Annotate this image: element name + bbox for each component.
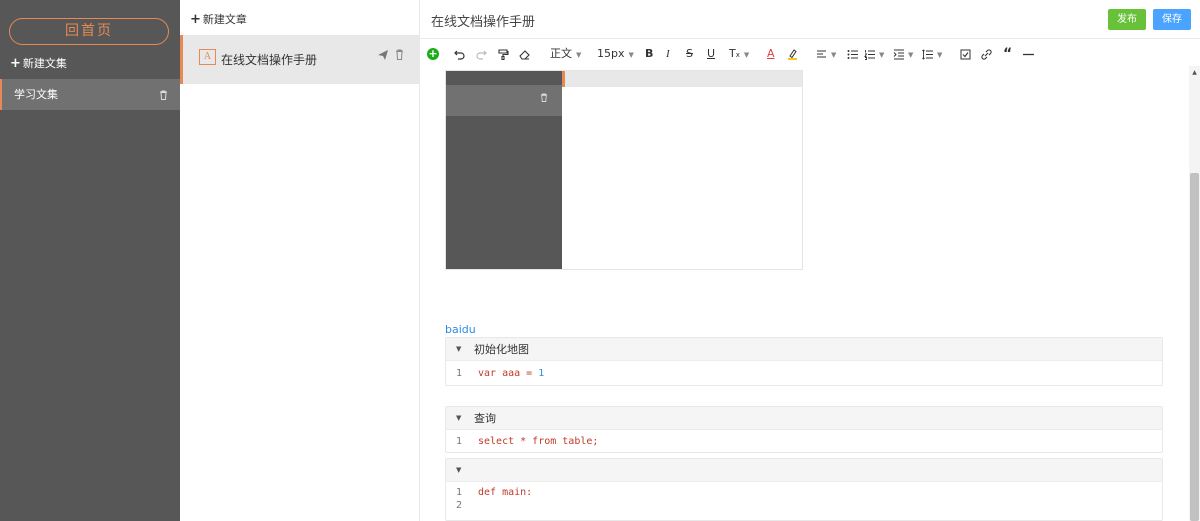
- code-block[interactable]: ▼ 1 def main: 2: [445, 458, 1163, 521]
- code-block-label: 查询: [474, 412, 496, 425]
- document-title[interactable]: 在线文档操作手册: [431, 11, 535, 30]
- eraser-icon[interactable]: [519, 43, 530, 65]
- trash-icon[interactable]: [159, 79, 168, 110]
- code-block-label: 初始化地图: [474, 343, 529, 356]
- underline-icon[interactable]: U: [707, 43, 715, 65]
- publish-button[interactable]: 发布: [1108, 9, 1146, 30]
- article-title: 在线文档操作手册: [221, 53, 318, 67]
- save-button[interactable]: 保存: [1153, 9, 1191, 30]
- heading-select[interactable]: 正文 ▼: [550, 43, 581, 65]
- font-size-label: 15px: [597, 47, 625, 60]
- code-line: def main:: [478, 487, 533, 498]
- hyperlink[interactable]: baidu: [445, 323, 476, 336]
- align-icon[interactable]: ▼: [816, 43, 836, 65]
- sidebar: 回首页 + 新建文集 学习文集: [0, 0, 180, 521]
- indent-icon[interactable]: ▼: [893, 43, 913, 65]
- horizontal-rule-icon[interactable]: [1023, 43, 1034, 65]
- code-line: var aaa = 1: [478, 368, 544, 379]
- plus-icon: +: [190, 12, 201, 27]
- chevron-down-icon: ▼: [831, 51, 837, 59]
- strikethrough-icon[interactable]: S: [686, 43, 693, 65]
- add-icon[interactable]: +: [427, 48, 439, 60]
- code-block-header: ▼ 查询: [446, 407, 1162, 430]
- editor-content[interactable]: baidu ▼ 初始化地图 1 var aaa = 1 ▼ 查询 1 selec…: [420, 70, 1188, 521]
- editor-toolbar: + 正文 ▼ 15px ▼ B I S U Tx ▼ A ▼ ▼ ▼ ▼ “: [420, 43, 1200, 65]
- code-block[interactable]: ▼ 初始化地图 1 var aaa = 1: [445, 337, 1163, 386]
- line-number: 2: [456, 500, 463, 511]
- heading-label: 正文: [550, 47, 572, 60]
- chevron-down-icon: ▼: [628, 51, 634, 59]
- undo-icon[interactable]: [454, 43, 465, 65]
- format-painter-icon[interactable]: [498, 43, 509, 65]
- chevron-down-icon: ▼: [879, 51, 885, 59]
- collapse-icon[interactable]: ▼: [456, 459, 461, 482]
- font-size-select[interactable]: 15px ▼: [597, 43, 634, 65]
- chevron-down-icon: ▼: [576, 51, 582, 59]
- line-number: 1: [456, 487, 463, 498]
- scrollbar-thumb[interactable]: [1190, 173, 1199, 521]
- code-block-header: ▼ 初始化地图: [446, 338, 1162, 361]
- code-block[interactable]: ▼ 查询 1 select * from table;: [445, 406, 1163, 453]
- link-icon[interactable]: [981, 43, 992, 65]
- article-item[interactable]: A 在线文档操作手册: [180, 35, 419, 84]
- bullet-list-icon[interactable]: [847, 43, 858, 65]
- app: 回首页 + 新建文集 学习文集 + 新建文章 A 在线文档操作手册 在线文档操作…: [0, 0, 1200, 521]
- send-icon[interactable]: [378, 50, 388, 63]
- trash-icon: [540, 93, 548, 105]
- code-block-header: ▼: [446, 459, 1162, 482]
- bold-icon[interactable]: B: [645, 43, 653, 65]
- quote-icon[interactable]: “: [1003, 43, 1012, 65]
- code-line: select * from table;: [478, 436, 599, 447]
- new-collection-label: 新建文集: [22, 57, 67, 70]
- ordered-list-icon[interactable]: ▼: [864, 43, 884, 65]
- screenshot-sidebar: [446, 71, 562, 269]
- line-number: 1: [456, 436, 463, 447]
- scroll-up-icon[interactable]: ▲: [1189, 66, 1200, 80]
- chevron-down-icon: ▼: [937, 51, 943, 59]
- line-number: 1: [456, 368, 463, 379]
- article-list: + 新建文章 A 在线文档操作手册: [180, 0, 420, 521]
- collapse-icon[interactable]: ▼: [456, 338, 461, 361]
- code-number: 1: [538, 368, 545, 379]
- screenshot-article-item: [562, 71, 802, 87]
- new-article-label: 新建文章: [202, 13, 247, 26]
- code-text: var aaa =: [478, 368, 539, 379]
- italic-icon[interactable]: I: [666, 43, 670, 65]
- new-collection-button[interactable]: + 新建文集: [10, 55, 67, 71]
- chevron-down-icon: ▼: [743, 51, 750, 59]
- chevron-down-icon: ▼: [908, 51, 914, 59]
- redo-icon[interactable]: [476, 43, 487, 65]
- trash-icon[interactable]: [395, 49, 404, 63]
- embedded-screenshot: [445, 70, 803, 270]
- plus-icon: +: [10, 56, 21, 71]
- collection-label: 学习文集: [14, 88, 58, 101]
- text-format-icon[interactable]: Tx ▼: [729, 43, 749, 65]
- collapse-icon[interactable]: ▼: [456, 407, 461, 430]
- highlight-icon[interactable]: [787, 43, 798, 65]
- new-article-button[interactable]: + 新建文章: [190, 11, 247, 27]
- document-icon: A: [199, 49, 216, 65]
- home-button[interactable]: 回首页: [9, 18, 169, 45]
- line-height-icon[interactable]: ▼: [922, 43, 942, 65]
- font-color-icon[interactable]: A: [767, 43, 775, 65]
- editor: 在线文档操作手册 发布 保存 + 正文 ▼ 15px ▼ B I S U Tx …: [420, 0, 1200, 521]
- collection-item[interactable]: 学习文集: [0, 79, 180, 110]
- checkbox-icon[interactable]: [960, 43, 971, 65]
- header-divider: [420, 38, 1200, 39]
